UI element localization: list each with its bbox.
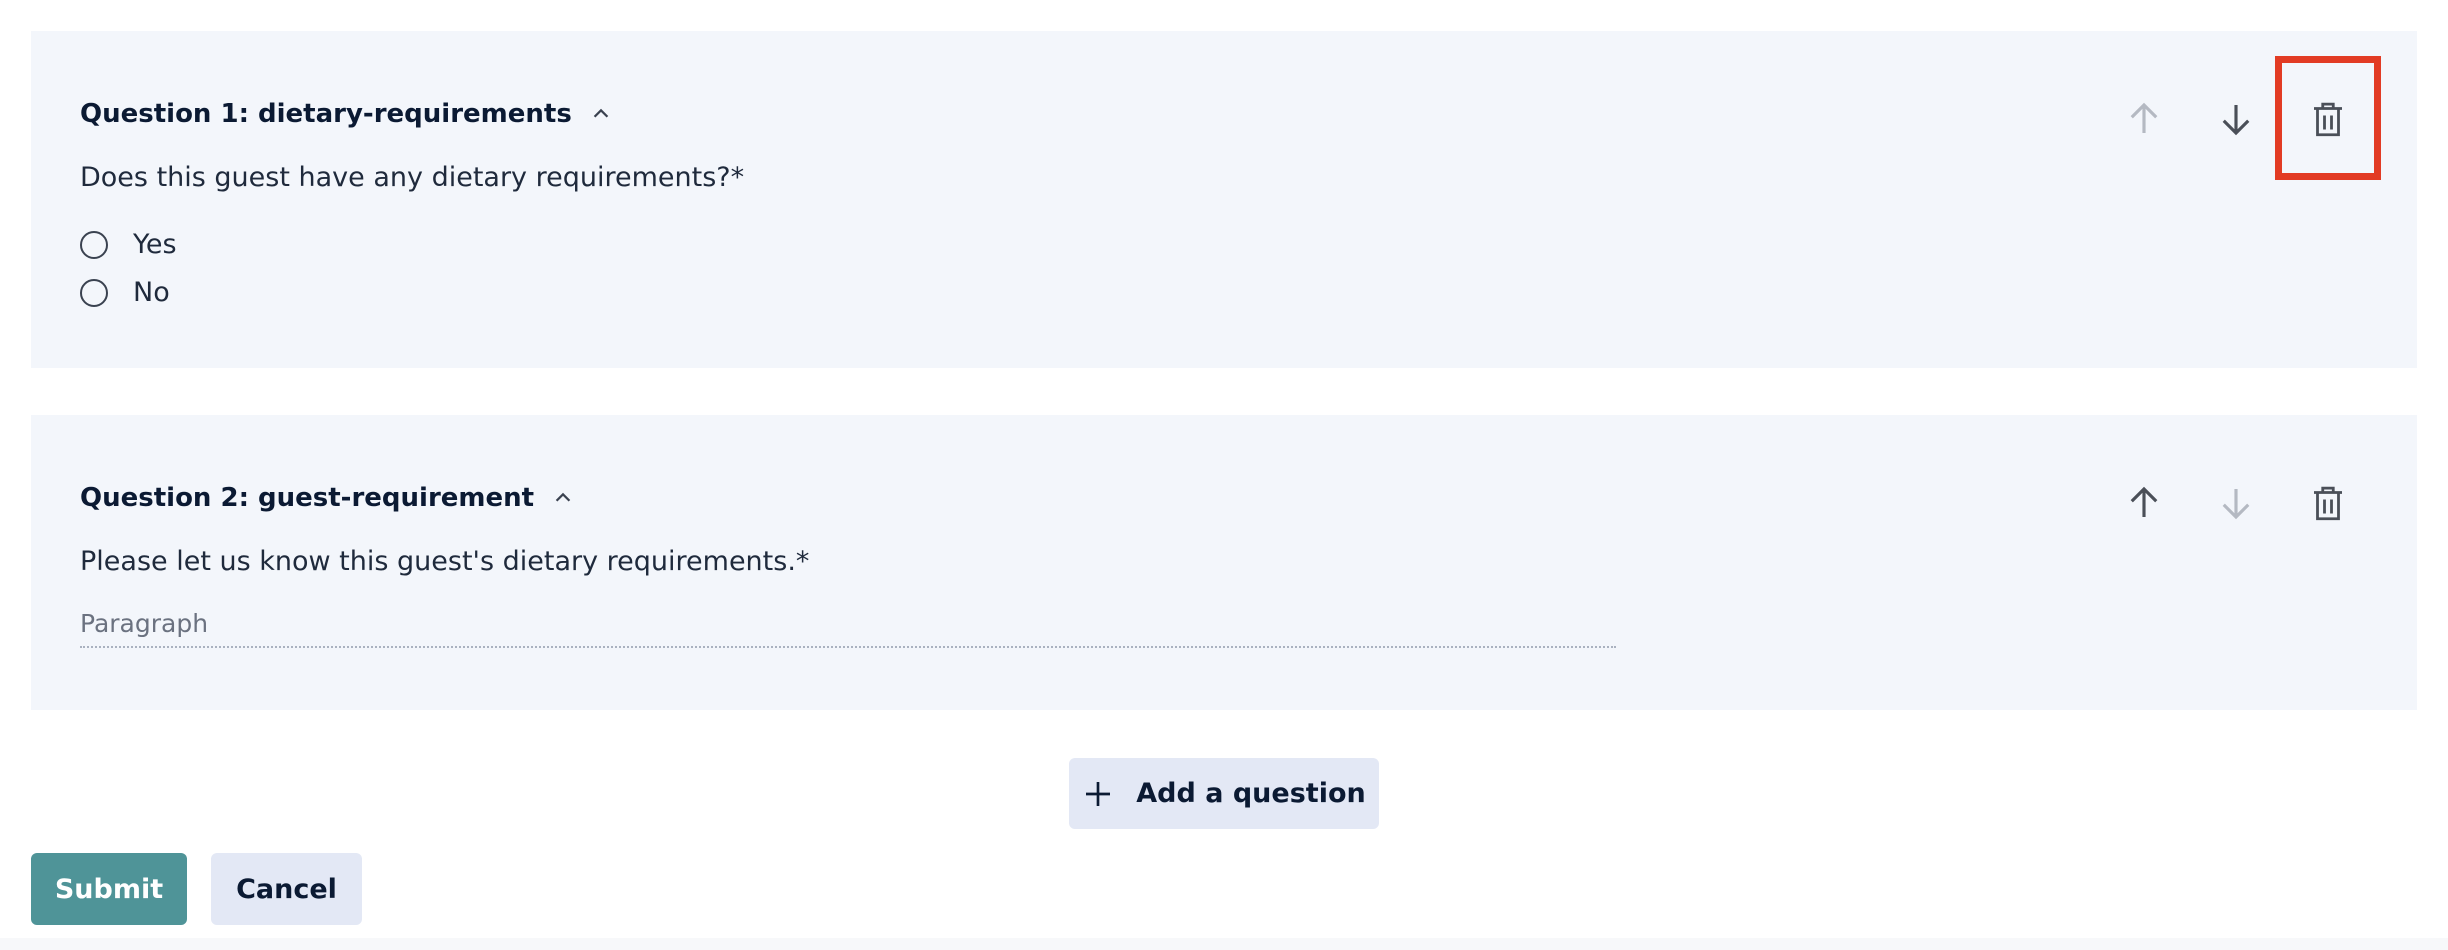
question-2-title: Question 2: guest-requirement — [80, 483, 535, 513]
radio-label: Yes — [133, 229, 177, 260]
question-card-2: Question 2: guest-requirement Please let… — [31, 415, 2417, 710]
question-1-prompt: Does this guest have any dietary require… — [80, 162, 745, 193]
arrow-up-icon — [2130, 486, 2158, 517]
question-2-prompt: Please let us know this guest's dietary … — [80, 546, 810, 577]
plus-icon — [1086, 781, 1111, 806]
submit-button[interactable]: Submit — [31, 853, 187, 925]
question-1-title: Question 1: dietary-requirements — [80, 99, 572, 129]
question-1-header[interactable]: Question 1: dietary-requirements — [80, 99, 612, 129]
chevron-up-icon[interactable] — [552, 487, 574, 509]
add-question-button[interactable]: Add a question — [1069, 758, 1379, 829]
delete-highlight-box — [2275, 56, 2381, 180]
cancel-button[interactable]: Cancel — [211, 853, 362, 925]
radio-option-yes[interactable]: Yes — [80, 229, 177, 260]
radio-button[interactable] — [80, 278, 108, 307]
move-down-button[interactable] — [2206, 89, 2266, 149]
move-up-button[interactable] — [2114, 473, 2174, 533]
add-question-label: Add a question — [1136, 778, 1366, 809]
radio-label: No — [133, 277, 170, 308]
arrow-down-icon — [2222, 489, 2250, 520]
radio-option-no[interactable]: No — [80, 277, 170, 308]
trash-icon — [2314, 486, 2342, 521]
arrow-down-icon — [2222, 105, 2250, 136]
delete-question-button[interactable] — [2298, 473, 2358, 533]
move-up-button[interactable] — [2114, 89, 2174, 149]
paragraph-input[interactable] — [80, 600, 1616, 648]
page-footer-strip — [0, 938, 2448, 950]
question-card-1: Question 1: dietary-requirements Does th… — [31, 31, 2417, 368]
move-down-button[interactable] — [2206, 473, 2266, 533]
chevron-up-icon[interactable] — [590, 103, 612, 125]
question-2-header[interactable]: Question 2: guest-requirement — [80, 483, 574, 513]
radio-button[interactable] — [80, 230, 108, 259]
arrow-up-icon — [2130, 102, 2158, 133]
